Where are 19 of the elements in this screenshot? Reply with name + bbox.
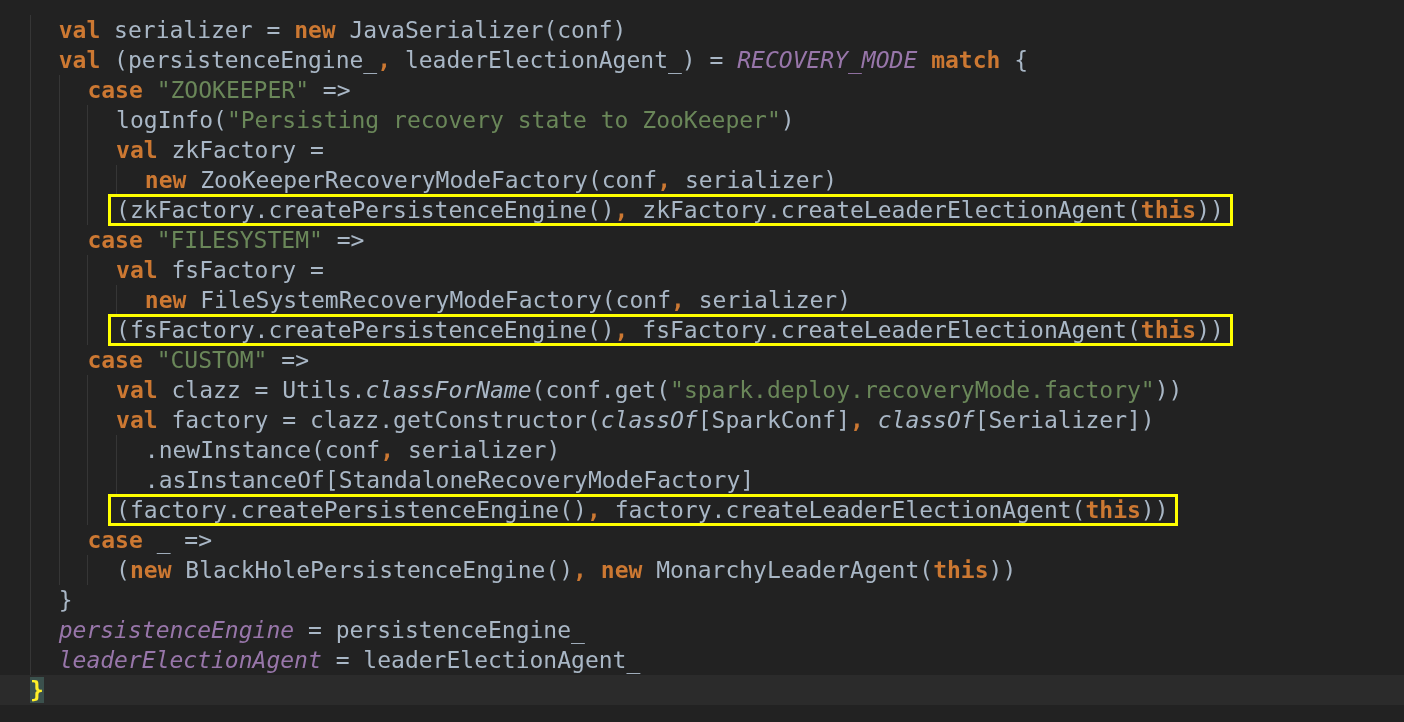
code-line: leaderElectionAgent = leaderElectionAgent_ (58, 646, 641, 675)
code-line: case "ZOOKEEPER" => (87, 76, 351, 105)
code-line: case "FILESYSTEM" => (87, 226, 365, 255)
code-line: .asInstanceOf[StandaloneRecoveryModeFactory] (144, 466, 755, 495)
code-line: } (58, 586, 73, 615)
code-line: (new BlackHolePersistenceEngine(), new MonarchyLeaderAgent(this)) (116, 556, 1017, 585)
code-line: .newInstance(conf, serializer) (144, 436, 561, 465)
code-line: val serializer = new JavaSerializer(conf) (58, 16, 627, 45)
code-line: persistenceEngine = persistenceEngine_ (58, 616, 585, 645)
code-line: val zkFactory = (116, 136, 324, 165)
code-line: val factory = clazz.getConstructor(classOf[SparkConf], classOf[Serializer]) (116, 406, 1155, 435)
code-line: val clazz = Utils.classForName(conf.get("spark.deploy.recoveryMode.factory")) (116, 376, 1183, 405)
code-line: case _ => (87, 526, 213, 555)
code-line: new ZooKeeperRecoveryModeFactory(conf, serializer) (144, 166, 838, 195)
code-line: new FileSystemRecoveryModeFactory(conf, serializer) (144, 286, 852, 315)
code-line: logInfo("Persisting recovery state to ZooKeeper") (116, 106, 795, 135)
code-line: case "CUSTOM" => (87, 346, 309, 375)
code-line: val fsFactory = (116, 256, 324, 285)
code-line: val (persistenceEngine_, leaderElectionAgent_) = RECOVERY_MODE match { (58, 46, 1029, 75)
